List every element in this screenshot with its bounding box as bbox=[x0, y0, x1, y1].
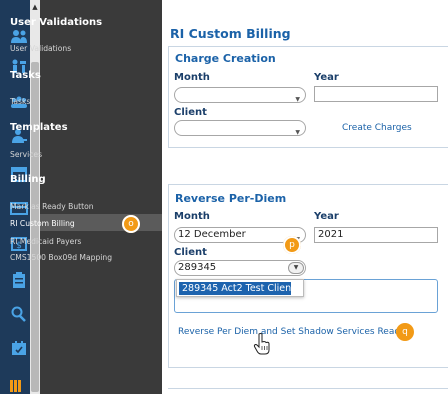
content-divider bbox=[168, 388, 448, 389]
page-title: RI Custom Billing bbox=[170, 26, 291, 41]
charge-year-label: Year bbox=[314, 72, 339, 83]
step-badge-o: o bbox=[122, 215, 140, 233]
menu-item-user-validations[interactable]: User Validations bbox=[10, 44, 71, 53]
charge-creation-title: Charge Creation bbox=[175, 52, 276, 65]
chevron-down-icon: ▼ bbox=[295, 129, 300, 136]
reverse-year-input[interactable]: 2021 bbox=[314, 227, 438, 243]
client-suggestion-item[interactable]: 289345 Act2 Test Client bbox=[179, 282, 295, 295]
reverse-per-diem-link[interactable]: Reverse Per Diem and Set Shadow Services… bbox=[178, 327, 405, 337]
reverse-client-label: Client bbox=[174, 247, 207, 258]
clipboard-icon[interactable] bbox=[10, 272, 30, 290]
menu-item-cms1500-mapping[interactable]: CMS1500 Box09d Mapping bbox=[10, 253, 112, 262]
step-badge-p: p bbox=[283, 236, 301, 254]
scroll-up-arrow-icon[interactable]: ▲ bbox=[30, 2, 40, 12]
menu-item-services[interactable]: Services bbox=[10, 150, 42, 159]
menu-bars-icon[interactable] bbox=[10, 376, 30, 394]
reverse-per-diem-title: Reverse Per-Diem bbox=[175, 192, 287, 205]
charge-month-select[interactable]: ▼ bbox=[174, 87, 306, 103]
charge-client-select[interactable]: ▼ bbox=[174, 120, 306, 136]
charge-month-label: Month bbox=[174, 72, 210, 83]
step-badge-q: q bbox=[396, 323, 414, 341]
hand-pointer-icon bbox=[253, 333, 270, 355]
menu-heading-billing: Billing bbox=[10, 174, 46, 185]
menu-heading-templates: Templates bbox=[10, 122, 68, 133]
reverse-year-label: Year bbox=[314, 211, 339, 222]
chevron-down-icon[interactable]: ▼ bbox=[288, 262, 304, 274]
search-icon[interactable] bbox=[10, 306, 30, 324]
client-suggestion-list: 289345 Act2 Test Client bbox=[176, 279, 304, 297]
create-charges-link[interactable]: Create Charges bbox=[342, 123, 412, 133]
menu-heading-tasks: Tasks bbox=[10, 70, 41, 81]
reverse-month-label: Month bbox=[174, 211, 210, 222]
calendar-check-icon[interactable] bbox=[10, 340, 30, 358]
menu-item-ri-custom-billing[interactable]: RI Custom Billing bbox=[10, 219, 75, 228]
charge-client-label: Client bbox=[174, 107, 207, 118]
menu-item-ri-medicaid-payers[interactable]: RI Medicaid Payers bbox=[10, 237, 81, 246]
charge-year-input[interactable] bbox=[314, 86, 438, 102]
menu-item-tasks[interactable]: Tasks bbox=[10, 97, 30, 106]
menu-scrollbar[interactable]: ▲ bbox=[30, 0, 40, 394]
chevron-down-icon: ▼ bbox=[295, 96, 300, 103]
settings-menu bbox=[40, 0, 162, 394]
menu-item-mark-as-ready[interactable]: Mark as Ready Button bbox=[10, 202, 94, 211]
menu-heading-user-validations: User Validations bbox=[10, 17, 103, 28]
reverse-client-input[interactable]: 289345 bbox=[174, 260, 306, 276]
